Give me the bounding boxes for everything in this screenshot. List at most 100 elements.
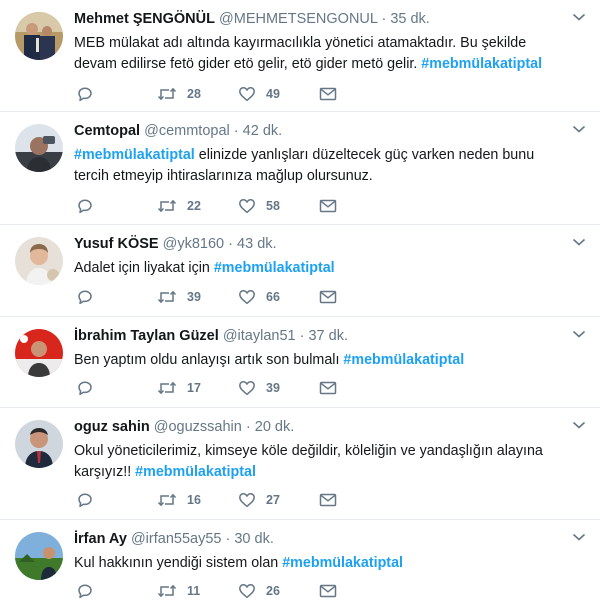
- tweet-text: Kul hakkının yendiği sistem olan #mebmül…: [74, 553, 566, 574]
- like-button[interactable]: 39: [238, 378, 280, 398]
- tweet[interactable]: İbrahim Taylan Güzel @itaylan51 · 37 dk.…: [0, 317, 600, 408]
- avatar[interactable]: [15, 124, 63, 172]
- timestamp[interactable]: 35 dk.: [390, 11, 430, 27]
- reply-button[interactable]: [77, 196, 93, 216]
- hashtag-link[interactable]: #mebmülakatiptal: [421, 56, 542, 72]
- retweet-button[interactable]: 28: [157, 84, 201, 104]
- direct-message-button[interactable]: [319, 581, 337, 601]
- chevron-down-icon[interactable]: [572, 124, 586, 134]
- avatar[interactable]: [15, 329, 63, 377]
- tweet-actions: 17 39: [74, 378, 374, 398]
- tweet[interactable]: İrfan Ay @irfan55ay55 · 30 dk. Kul hakkı…: [0, 520, 600, 601]
- heart-icon: [239, 87, 255, 102]
- hashtag-link[interactable]: #mebmülakatiptal: [135, 464, 256, 480]
- avatar[interactable]: [15, 12, 63, 60]
- reply-button[interactable]: [77, 84, 93, 104]
- like-button[interactable]: 58: [238, 196, 280, 216]
- timestamp[interactable]: 43 dk.: [237, 236, 277, 252]
- author-handle[interactable]: @yk8160: [163, 236, 224, 252]
- hashtag-link[interactable]: #mebmülakatiptal: [343, 352, 464, 368]
- tweet-timeline: Mehmet ŞENGÖNÜL @MEHMETSENGONUL · 35 dk.…: [0, 0, 600, 601]
- retweet-count: 39: [187, 290, 201, 304]
- retweet-icon: [157, 87, 177, 101]
- tweet-text: #mebmülakatiptal elinizde yanlışları düz…: [74, 145, 566, 186]
- heart-icon: [239, 290, 255, 305]
- text-segment: Adalet için liyakat için: [74, 260, 214, 276]
- author-name[interactable]: Cemtopal: [74, 123, 140, 139]
- timestamp[interactable]: 42 dk.: [243, 123, 283, 139]
- tweet-actions: 16 27: [74, 490, 374, 510]
- author-handle[interactable]: @irfan55ay55: [131, 531, 222, 547]
- timestamp[interactable]: 30 dk.: [234, 531, 274, 547]
- retweet-button[interactable]: 11: [157, 581, 200, 601]
- timestamp[interactable]: 20 dk.: [255, 419, 295, 435]
- timestamp[interactable]: 37 dk.: [308, 328, 348, 344]
- tweet-header: İrfan Ay @irfan55ay55 · 30 dk.: [74, 530, 566, 548]
- tweet-text: MEB mülakat adı altında kayırmacılıkla y…: [74, 33, 566, 74]
- retweet-icon: [157, 584, 177, 598]
- tweet-text: Ben yaptım oldu anlayışı artık son bulma…: [74, 350, 566, 371]
- avatar[interactable]: [15, 237, 63, 285]
- hashtag-link[interactable]: #mebmülakatiptal: [214, 260, 335, 276]
- chevron-down-icon[interactable]: [572, 237, 586, 247]
- tweet-header: Mehmet ŞENGÖNÜL @MEHMETSENGONUL · 35 dk.: [74, 10, 566, 28]
- heart-icon: [239, 199, 255, 214]
- envelope-icon: [319, 381, 337, 395]
- author-name[interactable]: oguz sahin: [74, 419, 150, 435]
- chevron-down-icon[interactable]: [572, 12, 586, 22]
- tweet[interactable]: oguz sahin @oguzssahin · 20 dk. Okul yön…: [0, 408, 600, 520]
- tweet-actions: 39 66: [74, 287, 374, 307]
- tweet-actions: 22 58: [74, 196, 374, 216]
- direct-message-button[interactable]: [319, 196, 337, 216]
- chevron-down-icon[interactable]: [572, 532, 586, 542]
- retweet-button[interactable]: 17: [157, 378, 201, 398]
- reply-button[interactable]: [77, 287, 93, 307]
- reply-button[interactable]: [77, 490, 93, 510]
- tweet-actions: 11 26: [74, 581, 374, 601]
- author-name[interactable]: Mehmet ŞENGÖNÜL: [74, 11, 215, 27]
- like-button[interactable]: 27: [238, 490, 280, 510]
- reply-icon: [78, 87, 92, 102]
- like-count: 58: [266, 199, 280, 213]
- direct-message-button[interactable]: [319, 287, 337, 307]
- envelope-icon: [319, 87, 337, 101]
- author-handle[interactable]: @itaylan51: [223, 328, 296, 344]
- direct-message-button[interactable]: [319, 378, 337, 398]
- retweet-icon: [157, 290, 177, 304]
- retweet-button[interactable]: 16: [157, 490, 201, 510]
- hashtag-link[interactable]: #mebmülakatiptal: [282, 555, 403, 571]
- text-segment: Kul hakkının yendiği sistem olan: [74, 555, 283, 571]
- tweet-header: İbrahim Taylan Güzel @itaylan51 · 37 dk.: [74, 327, 566, 345]
- avatar[interactable]: [15, 532, 63, 580]
- like-button[interactable]: 26: [238, 581, 280, 601]
- retweet-button[interactable]: 22: [157, 196, 201, 216]
- tweet[interactable]: Cemtopal @cemmtopal · 42 dk. #mebmülakat…: [0, 112, 600, 225]
- author-name[interactable]: Yusuf KÖSE: [74, 236, 159, 252]
- author-handle[interactable]: @MEHMETSENGONUL: [219, 11, 377, 27]
- heart-icon: [239, 584, 255, 599]
- tweet-header: Cemtopal @cemmtopal · 42 dk.: [74, 122, 566, 140]
- like-count: 49: [266, 87, 280, 101]
- chevron-down-icon[interactable]: [572, 329, 586, 339]
- retweet-count: 22: [187, 199, 201, 213]
- direct-message-button[interactable]: [319, 490, 337, 510]
- heart-icon: [239, 381, 255, 396]
- author-handle[interactable]: @oguzssahin: [154, 419, 242, 435]
- author-handle[interactable]: @cemmtopal: [144, 123, 230, 139]
- tweet[interactable]: Yusuf KÖSE @yk8160 · 43 dk. Adalet için …: [0, 225, 600, 317]
- reply-button[interactable]: [77, 581, 93, 601]
- avatar[interactable]: [15, 420, 63, 468]
- author-name[interactable]: İrfan Ay: [74, 531, 127, 547]
- hashtag-link[interactable]: #mebmülakatiptal: [74, 147, 195, 163]
- separator-dot: ·: [228, 236, 233, 252]
- like-button[interactable]: 49: [238, 84, 280, 104]
- chevron-down-icon[interactable]: [572, 420, 586, 430]
- retweet-count: 11: [187, 584, 201, 598]
- tweet[interactable]: Mehmet ŞENGÖNÜL @MEHMETSENGONUL · 35 dk.…: [0, 0, 600, 112]
- retweet-icon: [157, 381, 177, 395]
- direct-message-button[interactable]: [319, 84, 337, 104]
- reply-button[interactable]: [77, 378, 93, 398]
- author-name[interactable]: İbrahim Taylan Güzel: [74, 328, 219, 344]
- retweet-button[interactable]: 39: [157, 287, 201, 307]
- like-button[interactable]: 66: [238, 287, 280, 307]
